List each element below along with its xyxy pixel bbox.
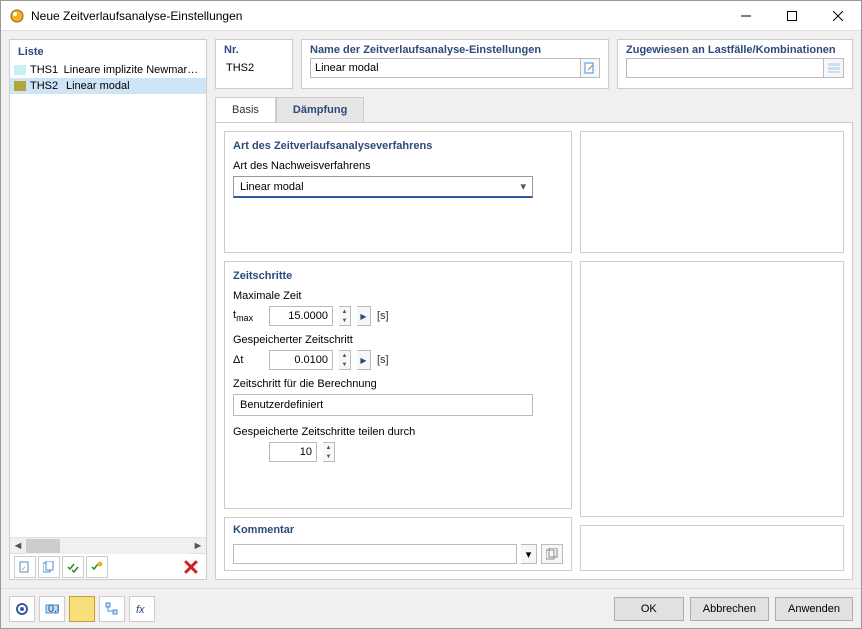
tmax-unit: [s] — [377, 310, 389, 322]
comment-group-title: Kommentar — [233, 524, 563, 536]
comment-dropdown-button[interactable]: ▾ — [521, 544, 537, 564]
copy-button[interactable] — [38, 556, 60, 578]
dt-label: Gespeicherter Zeitschritt — [233, 334, 563, 346]
scroll-right-icon[interactable]: ► — [190, 538, 206, 554]
tmax-play-button[interactable]: ▶ — [357, 306, 371, 326]
blank-panel — [580, 261, 844, 517]
dt-play-button[interactable]: ▶ — [357, 350, 371, 370]
assign-label: Zugewiesen an Lastfälle/Kombinationen — [626, 44, 844, 56]
maximize-button[interactable] — [769, 1, 815, 31]
calc-step-label: Zeitschritt für die Berechnung — [233, 378, 563, 390]
new-button[interactable] — [14, 556, 36, 578]
tree-button[interactable] — [99, 596, 125, 622]
chevron-down-icon: ▾ — [520, 180, 526, 193]
svg-text:0,00: 0,00 — [48, 603, 59, 615]
assign-input[interactable] — [626, 58, 824, 78]
help-button[interactable] — [9, 596, 35, 622]
tmax-label: Maximale Zeit — [233, 290, 563, 302]
function-button[interactable]: fx — [129, 596, 155, 622]
tmax-input[interactable] — [269, 306, 333, 326]
scrollbar[interactable] — [26, 538, 190, 554]
divide-label: Gespeicherte Zeitschritte teilen durch — [233, 426, 563, 438]
steps-group-title: Zeitschritte — [233, 270, 563, 282]
check-all-button[interactable] — [62, 556, 84, 578]
tab-damping[interactable]: Dämpfung — [276, 97, 364, 122]
dt-symbol: Δt — [233, 354, 263, 366]
tab-basis[interactable]: Basis — [215, 97, 276, 122]
method-combo[interactable]: Linear modal ▾ — [233, 176, 533, 198]
uncheck-button[interactable] — [86, 556, 108, 578]
method-label: Art des Nachweisverfahrens — [233, 160, 563, 172]
dt-spinner[interactable]: ▲▼ — [339, 350, 351, 370]
color-swatch — [14, 81, 26, 91]
tmax-spinner[interactable]: ▲▼ — [339, 306, 351, 326]
tmax-symbol: tmax — [233, 309, 263, 323]
blank-panel — [580, 525, 844, 571]
comment-input[interactable] — [233, 544, 517, 564]
color-swatch — [14, 65, 26, 75]
list-panel: Liste THS1 Lineare implizite Newmark-A..… — [9, 39, 207, 580]
divide-input[interactable] — [269, 442, 317, 462]
scroll-left-icon[interactable]: ◄ — [10, 538, 26, 554]
assign-browse-button[interactable] — [824, 58, 844, 78]
svg-text:fx: fx — [136, 604, 145, 616]
blank-panel — [580, 131, 844, 253]
divide-spinner[interactable]: ▲▼ — [323, 442, 335, 462]
comment-browse-button[interactable] — [541, 544, 563, 564]
dt-input[interactable] — [269, 350, 333, 370]
calc-step-combo[interactable]: Benutzerdefiniert — [233, 394, 533, 416]
name-label: Name der Zeitverlaufsanalyse-Einstellung… — [310, 44, 600, 56]
edit-name-button[interactable] — [581, 58, 600, 78]
ok-button[interactable]: OK — [614, 597, 684, 621]
app-icon — [9, 8, 25, 24]
nr-value: THS2 — [224, 60, 256, 76]
list-item[interactable]: THS2 Linear modal — [10, 78, 206, 94]
highlight-button[interactable] — [69, 596, 95, 622]
dt-unit: [s] — [377, 354, 389, 366]
close-button[interactable] — [815, 1, 861, 31]
apply-button[interactable]: Anwenden — [775, 597, 853, 621]
minimize-button[interactable] — [723, 1, 769, 31]
name-input[interactable] — [310, 58, 581, 78]
units-button[interactable]: 0,00 — [39, 596, 65, 622]
nr-label: Nr. — [224, 44, 284, 56]
list-heading: Liste — [10, 40, 206, 62]
cancel-button[interactable]: Abbrechen — [690, 597, 769, 621]
window-title: Neue Zeitverlaufsanalyse-Einstellungen — [31, 9, 723, 23]
list-item[interactable]: THS1 Lineare implizite Newmark-A... — [10, 62, 206, 78]
delete-button[interactable] — [180, 556, 202, 578]
method-group-title: Art des Zeitverlaufsanalyseverfahrens — [233, 140, 563, 152]
